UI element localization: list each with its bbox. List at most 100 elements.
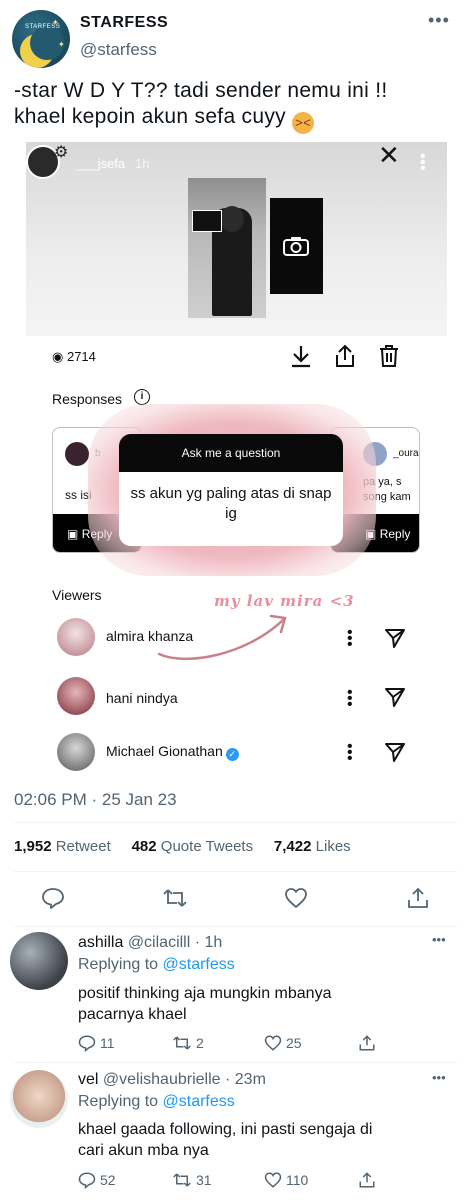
reply-author-name[interactable]: ashilla [78, 934, 123, 951]
reply-header: ashilla @cilacilll · 1h [78, 934, 223, 951]
viewer-avatar [57, 618, 95, 656]
reply-comment-action[interactable]: 11 [78, 1034, 115, 1053]
replying-prefix: Replying to [78, 1093, 159, 1110]
like-count: 110 [286, 1172, 309, 1188]
viewers-heading: Viewers [52, 587, 102, 603]
more-options-icon[interactable]: ••• [432, 932, 446, 947]
ask-question-title: Ask me a question [119, 434, 343, 472]
view-count: ◉ 2714 [52, 349, 96, 365]
replying-prefix: Replying to [78, 956, 159, 973]
author-name[interactable]: STARFESS [80, 14, 168, 32]
info-icon: i [134, 389, 150, 405]
more-options-icon[interactable]: ••• [432, 1070, 446, 1085]
more-options-icon[interactable]: ••• [428, 10, 450, 31]
reply-author-avatar[interactable] [10, 1070, 68, 1128]
like-label: Likes [315, 838, 351, 855]
send-icon [385, 743, 405, 762]
reply-icon[interactable] [41, 886, 65, 910]
share-icon[interactable] [406, 886, 430, 910]
reply-icon [78, 1035, 96, 1053]
tweet-text-line: -star W D Y T?? tadi sender nemu ini !! [14, 79, 388, 102]
share-icon[interactable] [358, 1034, 376, 1052]
response-avatar [65, 442, 89, 466]
retweet-icon [173, 1173, 191, 1187]
quote-count-link[interactable]: 482 Quote Tweets [132, 838, 253, 855]
kebab-menu-icon: • • • [347, 624, 353, 653]
replying-to-link[interactable]: @starfess [163, 956, 235, 973]
response-username: _oura [393, 448, 419, 459]
reply-comment-action[interactable]: 52 [78, 1171, 116, 1190]
reply-author-name[interactable]: vel [78, 1071, 98, 1088]
share-icon[interactable] [358, 1171, 376, 1189]
reply-author-avatar[interactable] [10, 932, 68, 990]
reply-like-action[interactable]: 25 [264, 1034, 302, 1052]
reply-time[interactable]: 1h [205, 934, 223, 951]
question-sticker [192, 210, 222, 232]
avatar-logo-text: STARFESS [25, 24, 61, 30]
kebab-menu-icon: • • • [347, 684, 353, 713]
reply-retweet-action[interactable]: 31 [172, 1171, 212, 1189]
reply-count: 52 [100, 1172, 116, 1188]
retweet-count: 31 [196, 1172, 212, 1188]
reply-text-line: positif thinking aja mungkin mbanya [78, 985, 332, 1002]
quote-count: 482 [131, 838, 157, 855]
divider [14, 1062, 457, 1063]
verified-badge-icon: ✓ [225, 748, 239, 761]
viewer-name: hani nindya [106, 690, 178, 706]
divider [14, 822, 457, 823]
view-count-value: 2714 [66, 349, 96, 364]
persevering-face-emoji-icon: >< [292, 112, 315, 134]
ask-question-card: Ask me a question ss akun yg paling atas… [119, 434, 343, 546]
camera-icon [283, 237, 309, 256]
retweet-label: Retweet [55, 838, 111, 855]
replying-to-link[interactable]: @starfess [163, 1093, 235, 1110]
send-icon [385, 688, 405, 707]
star-icon: ✦ [58, 40, 65, 49]
trash-icon [380, 345, 398, 367]
like-count: 7,422 [273, 838, 312, 855]
reply-icon [78, 1172, 96, 1190]
retweet-count-link[interactable]: 1,952 Retweet [14, 838, 111, 855]
author-avatar[interactable]: ✦ ✦ STARFESS [12, 10, 70, 68]
send-icon [385, 629, 405, 648]
share-icon [336, 344, 354, 367]
viewer-name: Michael Gionathan ✓ [106, 743, 239, 761]
heart-icon[interactable] [284, 886, 308, 910]
reply-label: Reply [379, 527, 411, 541]
reply-header: vel @velishaubrielle · 23m [78, 1071, 266, 1088]
viewer-avatar [57, 677, 95, 715]
reply-time[interactable]: 23m [235, 1071, 266, 1088]
close-icon: ✕ [378, 140, 400, 170]
author-handle[interactable]: @starfess [80, 40, 157, 60]
download-icon [292, 346, 310, 368]
divider [14, 871, 457, 872]
viewer-name: almira khanza [106, 628, 194, 644]
like-count-link[interactable]: 7,422 Likes [274, 838, 351, 855]
viewer-name-text: Michael Gionathan [106, 743, 223, 759]
heart-icon [264, 1172, 282, 1188]
story-username: ___jsefa [76, 156, 126, 171]
reply-like-action[interactable]: 110 [264, 1171, 308, 1189]
heart-icon [264, 1035, 282, 1051]
reply-text-line: khael gaada following, ini pasti sengaja… [78, 1121, 373, 1138]
camera-icon: ▣ [67, 527, 79, 541]
reply-text-line: pacarnya khael [78, 1006, 187, 1023]
reply-text-line: cari akun mba nya [78, 1142, 209, 1159]
vertical-dots-icon: • • • [420, 148, 426, 177]
reply-author-handle[interactable]: @cilacilll [128, 934, 190, 951]
eye-icon: ◉ [52, 349, 64, 364]
reply-retweet-action[interactable]: 2 [172, 1034, 204, 1052]
kebab-menu-icon: • • • [347, 738, 353, 767]
gear-icon: ⚙ [54, 144, 69, 161]
retweet-icon[interactable] [162, 886, 188, 910]
like-count: 25 [286, 1035, 302, 1051]
tweet-text-line: khael kepoin akun sefa cuyy [14, 105, 286, 128]
retweet-count: 2 [196, 1035, 204, 1051]
engagement-counts: 1,952 Retweet 482 Quote Tweets 7,422 Lik… [14, 838, 351, 855]
reply-author-handle[interactable]: @velishaubrielle [103, 1071, 221, 1088]
tweet-text: -star W D Y T?? tadi sender nemu ini !! … [14, 78, 464, 134]
replying-to: Replying to @starfess [78, 956, 235, 974]
quote-label: Quote Tweets [160, 838, 254, 855]
tweet-timestamp[interactable]: 02:06 PM · 25 Jan 23 [14, 790, 177, 810]
ask-question-answer: ss akun yg paling atas di snap ig [130, 485, 332, 522]
